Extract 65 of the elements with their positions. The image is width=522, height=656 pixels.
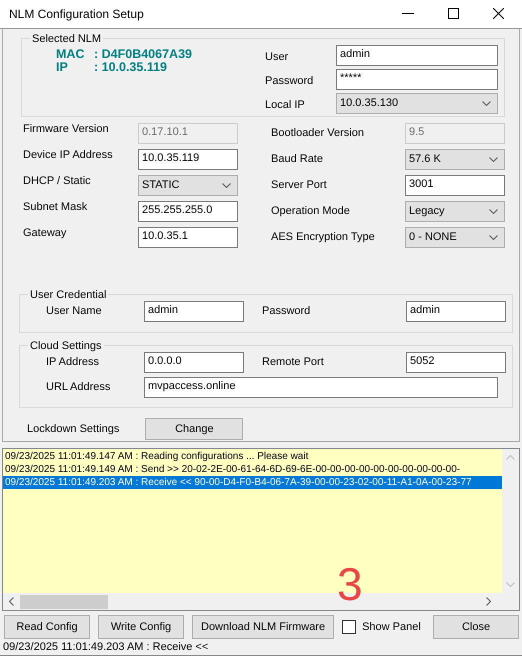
mac-value: : D4F0B4067A39 <box>94 48 192 61</box>
log-line[interactable]: 09/23/2025 11:01:49.149 AM : Send >> 20-02-2E-00-61-64-6D-69-6E-00-00-00-00-00-00-00-00-00-00- <box>3 463 502 476</box>
change-button[interactable]: Change <box>145 418 244 440</box>
close-icon[interactable] <box>493 8 504 20</box>
input-field[interactable]: 0.0.0.0 <box>144 352 244 373</box>
minimize-icon[interactable] <box>402 12 414 15</box>
action-button[interactable]: Close <box>433 615 519 639</box>
chevron-down-icon <box>482 100 491 106</box>
chevron-down-icon <box>489 234 498 240</box>
group-title: Selected NLM <box>31 32 102 45</box>
log-line[interactable]: 09/23/2025 11:01:49.147 AM : Reading configurations ... Please wait <box>3 450 502 464</box>
ip-value: : 10.0.35.119 <box>94 60 167 74</box>
field-label: Server Port <box>271 178 328 191</box>
annotation-number: 3 <box>337 561 363 608</box>
input-field[interactable]: 5052 <box>406 352 506 373</box>
field-label: IP Address <box>45 356 100 368</box>
dropdown[interactable]: 0 - NONE <box>405 226 505 248</box>
maximize-icon[interactable] <box>448 8 459 20</box>
field-label: AES Encryption Type <box>271 230 376 243</box>
dropdown[interactable]: STATIC <box>138 174 238 196</box>
scroll-right-icon[interactable] <box>486 597 491 606</box>
status-text: 09/23/2025 11:01:49.203 AM : Receive << <box>2 640 210 655</box>
input-field[interactable]: 10.0.35.1 <box>138 226 238 248</box>
input-field[interactable]: admin <box>406 300 506 322</box>
input-field[interactable]: 3001 <box>405 174 505 196</box>
field-label: Lockdown Settings <box>27 422 120 435</box>
input-field[interactable]: ***** <box>336 68 498 90</box>
field-label: User Name <box>45 305 103 318</box>
field-label: Firmware Version <box>23 122 110 135</box>
scroll-left-icon[interactable] <box>9 597 14 606</box>
ip-label: IP <box>56 60 69 74</box>
action-button[interactable]: Write Config <box>98 615 184 639</box>
field-label: Gateway <box>23 226 68 239</box>
chevron-down-icon <box>489 156 498 162</box>
group-title: Cloud Settings <box>29 340 103 352</box>
field-label: Operation Mode <box>271 204 351 217</box>
input-field[interactable]: 255.255.255.0 <box>138 200 238 222</box>
chevron-down-icon <box>489 208 498 214</box>
scroll-thumb[interactable] <box>20 594 108 608</box>
input-field[interactable]: 10.0.35.119 <box>138 148 238 170</box>
action-button[interactable]: Download NLM Firmware <box>192 615 334 639</box>
input-field[interactable]: mvpaccess.online <box>144 376 498 398</box>
checkbox[interactable] <box>342 620 356 634</box>
field-label: Device IP Address <box>23 148 114 161</box>
mac-label: MAC <box>56 48 86 61</box>
field-label: Bootloader Version <box>271 126 365 139</box>
dropdown[interactable]: 57.6 K <box>405 148 505 170</box>
field-label: Password <box>261 305 312 318</box>
dropdown[interactable]: 10.0.35.130 <box>336 92 498 114</box>
field-label: Remote Port <box>261 356 325 368</box>
window-title: NLM Configuration Setup <box>9 6 144 21</box>
chevron-down-icon <box>222 182 231 188</box>
field-label: DHCP / Static <box>23 174 92 187</box>
field-label: Subnet Mask <box>23 200 88 213</box>
field-label: User <box>265 50 290 64</box>
action-button[interactable]: Read Config <box>4 615 90 639</box>
input-field[interactable]: admin <box>336 44 498 66</box>
dropdown[interactable]: Legacy <box>405 200 505 222</box>
group-title: User Credential <box>29 288 108 301</box>
input-field[interactable]: admin <box>144 300 244 322</box>
field-label: Baud Rate <box>271 152 324 165</box>
show-panel-checkbox[interactable]: Show Panel <box>342 620 421 634</box>
field-label: URL Address <box>45 381 112 394</box>
field-label: Password <box>265 74 314 88</box>
field-label: Local IP <box>265 98 306 112</box>
